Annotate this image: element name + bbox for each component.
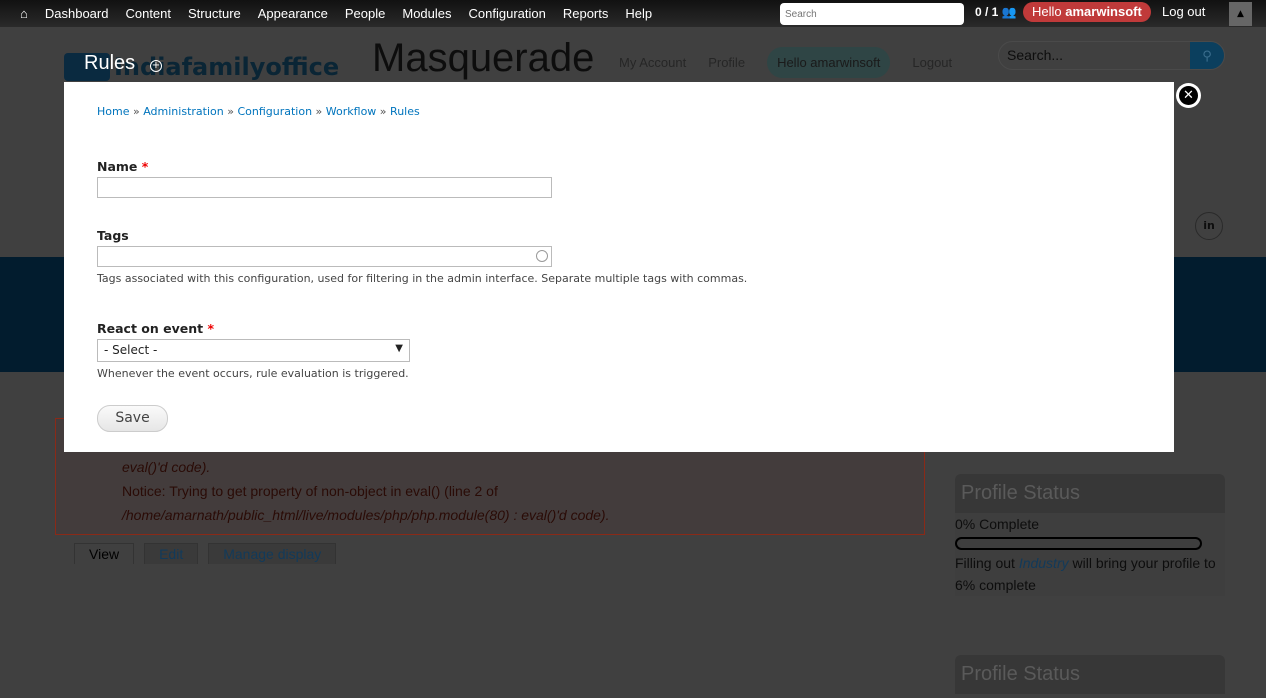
logout-link[interactable]: Logout xyxy=(912,55,952,70)
admin-toolbar: ⌂ Dashboard Content Structure Appearance… xyxy=(0,0,1266,27)
toolbar-help[interactable]: Help xyxy=(625,6,652,21)
required-marker: * xyxy=(207,321,214,336)
event-label-text: React on event xyxy=(97,321,204,336)
toolbar-appearance[interactable]: Appearance xyxy=(258,6,328,21)
content-tabs: View Edit Manage display xyxy=(74,543,337,564)
breadcrumb-configuration[interactable]: Configuration xyxy=(237,105,312,118)
event-select-value: - Select - xyxy=(104,343,158,357)
hint-pre: Filling out xyxy=(955,555,1019,571)
toolbar-configuration[interactable]: Configuration xyxy=(469,6,546,21)
profile-status-block: Profile Status 0% Complete Filling out I… xyxy=(955,474,1225,596)
online-users-count: 0 / 1 👥 xyxy=(975,5,1017,19)
tags-description: Tags associated with this configuration,… xyxy=(97,272,748,285)
tab-view[interactable]: View xyxy=(74,543,135,564)
site-search[interactable]: Search... ⚲ xyxy=(998,41,1225,70)
toolbar-toggle-button[interactable]: ▲ xyxy=(1229,2,1252,26)
toolbar-people[interactable]: People xyxy=(345,6,385,21)
chevron-down-icon: ▼ xyxy=(395,343,403,354)
breadcrumb-rules[interactable]: Rules xyxy=(390,105,420,118)
profile-status-title: Profile Status xyxy=(955,655,1225,694)
my-account-link[interactable]: My Account xyxy=(619,55,686,70)
error-line: eval()'d code). xyxy=(122,459,211,475)
add-shortcut-icon[interactable]: + xyxy=(150,60,162,72)
name-label-text: Name xyxy=(97,159,138,174)
user-nav: My Account Profile Hello amarwinsoft Log… xyxy=(619,47,952,78)
tab-manage-display[interactable]: Manage display xyxy=(208,543,337,564)
profile-status-title: Profile Status xyxy=(955,474,1225,513)
toolbar-search-input[interactable] xyxy=(780,3,964,25)
modal-title: Rules xyxy=(84,52,136,74)
breadcrumb-workflow[interactable]: Workflow xyxy=(326,105,377,118)
logout-link[interactable]: Log out xyxy=(1162,4,1205,19)
profile-progress-bar xyxy=(955,537,1202,550)
site-name: Masquerade xyxy=(372,36,595,80)
tab-edit[interactable]: Edit xyxy=(144,543,199,564)
site-search-placeholder: Search... xyxy=(1007,47,1064,63)
toolbar-nav: ⌂ Dashboard Content Structure Appearance… xyxy=(20,0,669,27)
toolbar-structure[interactable]: Structure xyxy=(188,6,241,21)
event-description: Whenever the event occurs, rule evaluati… xyxy=(97,367,409,380)
error-line: /home/amarnath/public_html/live/modules/… xyxy=(122,507,610,523)
count-text: 0 / 1 xyxy=(975,5,999,19)
username: amarwinsoft xyxy=(1065,4,1142,19)
hello-user-badge[interactable]: Hello amarwinsoft xyxy=(1023,2,1151,22)
breadcrumb-administration[interactable]: Administration xyxy=(143,105,224,118)
error-line: Notice: Trying to get property of non-ob… xyxy=(122,483,498,499)
profile-complete-text: 0% Complete xyxy=(955,516,1040,532)
hello-user-link[interactable]: Hello amarwinsoft xyxy=(767,47,891,78)
toolbar-content[interactable]: Content xyxy=(125,6,171,21)
breadcrumb: Home » Administration » Configuration » … xyxy=(97,105,420,118)
event-select[interactable]: - Select - ▼ xyxy=(97,339,410,362)
event-label: React on event * xyxy=(97,321,214,336)
toolbar-reports[interactable]: Reports xyxy=(563,6,609,21)
close-modal-button[interactable]: ✕ xyxy=(1176,83,1201,108)
logo-text: Indiafamilyoffice xyxy=(114,53,340,81)
autocomplete-icon xyxy=(536,250,548,262)
tags-label: Tags xyxy=(97,228,129,243)
profile-link[interactable]: Profile xyxy=(708,55,745,70)
toolbar-dashboard[interactable]: Dashboard xyxy=(45,6,109,21)
rules-modal: Home » Administration » Configuration » … xyxy=(64,82,1174,452)
users-icon: 👥 xyxy=(1001,5,1017,19)
save-button[interactable]: Save xyxy=(97,405,168,432)
name-label: Name * xyxy=(97,159,148,174)
breadcrumb-home[interactable]: Home xyxy=(97,105,129,118)
tags-input[interactable] xyxy=(97,246,552,267)
profile-status-block-2: Profile Status xyxy=(955,655,1225,694)
home-icon[interactable]: ⌂ xyxy=(20,6,28,21)
close-icon: ✕ xyxy=(1179,86,1198,105)
linkedin-icon[interactable]: in xyxy=(1195,212,1223,240)
search-icon[interactable]: ⚲ xyxy=(1190,42,1224,69)
name-input[interactable] xyxy=(97,177,552,198)
required-marker: * xyxy=(141,159,149,174)
profile-hint: Filling out Industry will bring your pro… xyxy=(955,552,1225,596)
industry-link[interactable]: Industry xyxy=(1019,555,1069,571)
toolbar-modules[interactable]: Modules xyxy=(402,6,451,21)
hello-text: Hello xyxy=(1032,4,1062,19)
